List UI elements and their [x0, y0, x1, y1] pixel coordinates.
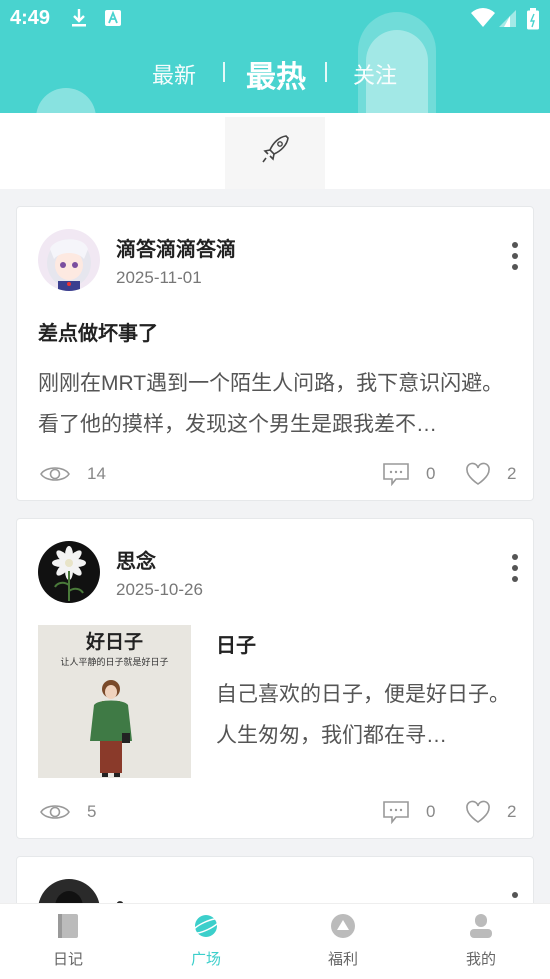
comment-count-value: 0 [426, 802, 436, 821]
wifi-icon [471, 8, 495, 27]
like-count-value: 2 [507, 464, 517, 483]
banner-area [0, 113, 550, 189]
thumbnail-subtitle: 让人平静的日子就是好日子 [60, 658, 169, 668]
post-author[interactable]: 滴答滴滴答滴 [116, 233, 236, 262]
view-count: 5 [39, 801, 96, 823]
post-author[interactable]: 思念 [116, 545, 156, 574]
profile-icon [470, 914, 492, 938]
download-icon [72, 9, 86, 27]
girl-illustration [90, 680, 132, 777]
signal-icon [499, 10, 516, 27]
diary-icon [58, 914, 78, 938]
comment-icon [383, 801, 409, 824]
top-header: 4:49 最新 最热 关注 [0, 0, 550, 113]
nav-profile-label: 我的 [465, 951, 496, 968]
nav-diary[interactable]: 日记 [18, 912, 118, 969]
nav-square-label: 广场 [190, 951, 221, 968]
rocket-icon [262, 135, 289, 163]
post-date: 2025-11-01 [116, 268, 202, 287]
like-count[interactable]: 2 [465, 462, 516, 486]
post-title: 日子 [216, 635, 256, 657]
post-date: 2025-10-26 [116, 580, 203, 599]
view-count-value: 5 [87, 802, 97, 821]
post-thumbnail[interactable]: 好日子 让人平静的日子就是好日子 [38, 625, 191, 778]
view-count: 14 [39, 463, 106, 485]
like-count-value: 2 [507, 802, 517, 821]
nav-welfare-label: 福利 [327, 951, 358, 968]
eye-icon [40, 467, 70, 481]
heart-icon [466, 462, 490, 485]
avatar[interactable] [38, 229, 100, 291]
nav-profile[interactable]: 我的 [431, 912, 531, 969]
post-excerpt: 刚刚在MRT遇到一个陌生人问路，我下意识闪避。看了他的摸样，发现这个男生是跟我差… [38, 372, 504, 436]
bottom-navigation: 日记 广场 福利 我的 [0, 903, 550, 979]
battery-icon [527, 8, 539, 30]
tab-hottest[interactable]: 最热 [246, 52, 306, 96]
post-card[interactable]: 滴答滴滴答滴 2025-11-01 差点做坏事了 刚刚在MRT遇到一个陌生人问路… [16, 206, 534, 501]
tab-latest[interactable]: 最新 [152, 58, 196, 90]
nav-welfare[interactable]: 福利 [293, 912, 393, 969]
eye-icon [40, 805, 70, 819]
planet-icon [191, 915, 221, 937]
thumbnail-title: 好日子 [85, 631, 143, 653]
status-time: 4:49 [10, 7, 51, 29]
heart-icon [466, 800, 490, 823]
tab-divider [223, 62, 225, 82]
nav-square[interactable]: 广场 [156, 912, 256, 969]
post-excerpt: 自己喜欢的日子，便是好日子。人生匆匆，我们都在寻… [216, 683, 510, 747]
post-card[interactable]: 思念 2025-10-26 好日子 让人平静的日子就是好日子 日子 自己喜欢的日… [16, 518, 534, 839]
more-options-icon[interactable] [511, 242, 519, 276]
comment-count[interactable]: 0 [382, 462, 435, 486]
like-count[interactable]: 2 [465, 800, 516, 824]
status-bar: 4:49 [0, 0, 550, 36]
app-notification-icon [105, 10, 121, 26]
tab-divider [325, 62, 327, 82]
comment-count[interactable]: 0 [382, 800, 435, 824]
avatar[interactable] [38, 541, 100, 603]
more-options-icon[interactable] [511, 554, 519, 588]
post-title: 差点做坏事了 [38, 323, 158, 345]
feed-tabs: 最新 最热 关注 [0, 52, 550, 94]
tab-following[interactable]: 关注 [353, 58, 397, 90]
nav-diary-label: 日记 [52, 951, 83, 968]
view-count-value: 14 [87, 464, 106, 483]
comment-count-value: 0 [426, 464, 436, 483]
comment-icon [383, 463, 409, 486]
welfare-icon [331, 914, 355, 938]
